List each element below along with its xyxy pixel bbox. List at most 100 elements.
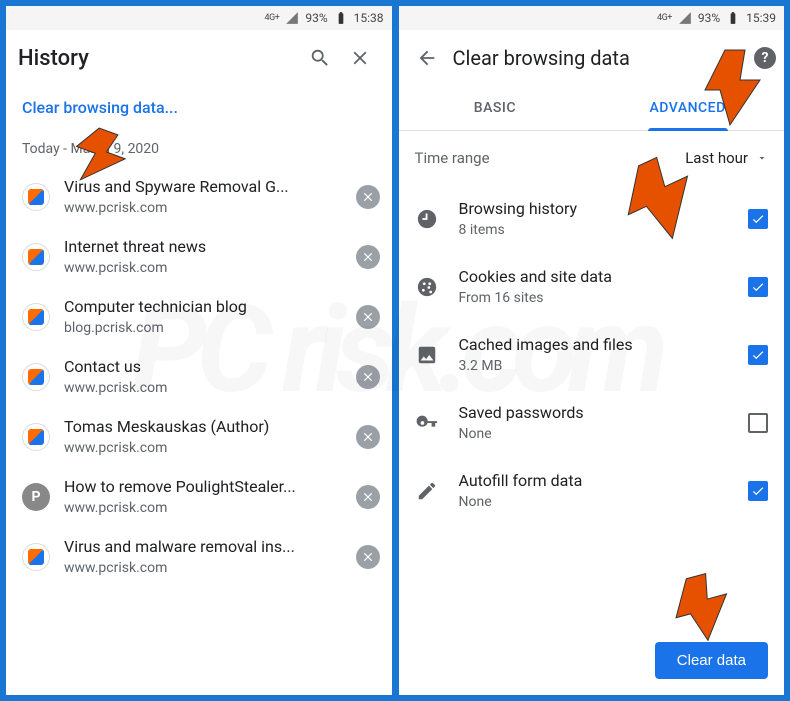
clear-option-title: Cookies and site data <box>459 267 729 288</box>
clear-option-item[interactable]: Autofill form dataNone <box>399 457 785 525</box>
clock-text: 15:39 <box>746 11 776 25</box>
dropdown-icon <box>756 152 768 164</box>
favicon <box>22 303 50 331</box>
history-item-title: Virus and Spyware Removal G... <box>64 177 342 198</box>
clear-option-title: Cached images and files <box>459 335 729 356</box>
signal-icon <box>285 11 299 25</box>
clear-option-subtitle: 8 items <box>459 221 729 239</box>
clear-option-text: Saved passwordsNone <box>459 403 729 443</box>
history-list: Virus and Spyware Removal G...www.pcrisk… <box>6 167 392 695</box>
clear-option-item[interactable]: Cached images and files3.2 MB <box>399 321 785 389</box>
battery-icon <box>726 11 740 25</box>
history-item-text: Computer technician blogblog.pcrisk.com <box>64 297 342 337</box>
clear-option-subtitle: From 16 sites <box>459 289 729 307</box>
checkbox[interactable] <box>748 209 768 229</box>
search-button[interactable] <box>300 38 340 78</box>
close-button[interactable] <box>340 38 380 78</box>
clear-option-title: Browsing history <box>459 199 729 220</box>
history-item-url: www.pcrisk.com <box>64 499 342 517</box>
tab-advanced[interactable]: ADVANCED <box>591 86 784 130</box>
clear-option-item[interactable]: Browsing history8 items <box>399 185 785 253</box>
clear-data-button[interactable]: Clear data <box>655 642 768 679</box>
check-icon <box>751 348 765 362</box>
history-item-url: blog.pcrisk.com <box>64 319 342 337</box>
history-item-title: Virus and malware removal ins... <box>64 537 342 558</box>
history-item[interactable]: Virus and Spyware Removal G...www.pcrisk… <box>6 167 392 227</box>
page-title: Clear browsing data <box>453 46 749 70</box>
checkbox[interactable] <box>748 277 768 297</box>
history-item-text: How to remove PoulightStealer...www.pcri… <box>64 477 342 517</box>
history-header: History <box>6 30 392 86</box>
clear-option-text: Cached images and files3.2 MB <box>459 335 729 375</box>
signal-icon <box>678 11 692 25</box>
tab-basic[interactable]: BASIC <box>399 86 592 130</box>
tab-bar: BASIC ADVANCED <box>399 86 785 131</box>
checkbox[interactable] <box>748 481 768 501</box>
history-item-title: How to remove PoulightStealer... <box>64 477 342 498</box>
delete-item-button[interactable] <box>356 545 380 569</box>
phone-left: 4G+ 93% 15:38 History Clear browsing dat… <box>5 5 393 696</box>
phone-right: 4G+ 93% 15:39 Clear browsing data ? BASI… <box>398 5 786 696</box>
close-icon <box>349 47 371 69</box>
checkbox[interactable] <box>748 413 768 433</box>
close-icon <box>361 370 375 384</box>
history-item-text: Contact uswww.pcrisk.com <box>64 357 342 397</box>
check-icon <box>751 280 765 294</box>
help-button[interactable]: ? <box>754 47 776 69</box>
checkbox[interactable] <box>748 345 768 365</box>
battery-icon <box>334 11 348 25</box>
pencil-icon <box>415 479 439 503</box>
clock-icon <box>415 207 439 231</box>
status-bar: 4G+ 93% 15:39 <box>399 6 785 30</box>
clear-option-item[interactable]: Cookies and site dataFrom 16 sites <box>399 253 785 321</box>
close-icon <box>361 490 375 504</box>
history-item-text: Virus and malware removal ins...www.pcri… <box>64 537 342 577</box>
favicon: P <box>22 483 50 511</box>
clear-option-subtitle: None <box>459 493 729 511</box>
history-item[interactable]: Computer technician blogblog.pcrisk.com <box>6 287 392 347</box>
clear-option-title: Saved passwords <box>459 403 729 424</box>
history-item-url: www.pcrisk.com <box>64 439 342 457</box>
clock-text: 15:38 <box>354 11 384 25</box>
delete-item-button[interactable] <box>356 485 380 509</box>
delete-item-button[interactable] <box>356 425 380 449</box>
history-item-url: www.pcrisk.com <box>64 379 342 397</box>
history-item-url: www.pcrisk.com <box>64 199 342 217</box>
history-item-url: www.pcrisk.com <box>64 559 342 577</box>
history-item[interactable]: Internet threat newswww.pcrisk.com <box>6 227 392 287</box>
time-range-selector[interactable]: Time range Last hour <box>399 131 785 185</box>
cookie-icon <box>415 275 439 299</box>
time-range-label: Time range <box>415 149 686 167</box>
delete-item-button[interactable] <box>356 365 380 389</box>
battery-percent: 93% <box>698 11 720 25</box>
back-button[interactable] <box>407 38 447 78</box>
network-indicator: 4G+ <box>265 13 280 23</box>
check-icon <box>751 484 765 498</box>
delete-item-button[interactable] <box>356 245 380 269</box>
favicon <box>22 243 50 271</box>
clear-data-header: Clear browsing data ? <box>399 30 785 86</box>
image-icon <box>415 343 439 367</box>
delete-item-button[interactable] <box>356 185 380 209</box>
clear-browsing-data-link[interactable]: Clear browsing data... <box>6 86 392 135</box>
close-icon <box>361 310 375 324</box>
status-bar: 4G+ 93% 15:38 <box>6 6 392 30</box>
time-range-value: Last hour <box>685 149 748 167</box>
history-item-title: Tomas Meskauskas (Author) <box>64 417 342 438</box>
close-icon <box>361 550 375 564</box>
back-arrow-icon <box>416 47 438 69</box>
battery-percent: 93% <box>305 11 327 25</box>
history-item[interactable]: Virus and malware removal ins...www.pcri… <box>6 527 392 587</box>
clear-option-text: Autofill form dataNone <box>459 471 729 511</box>
history-item[interactable]: Contact uswww.pcrisk.com <box>6 347 392 407</box>
help-icon: ? <box>762 50 769 66</box>
favicon <box>22 363 50 391</box>
clear-option-item[interactable]: Saved passwordsNone <box>399 389 785 457</box>
key-icon <box>415 411 439 435</box>
delete-item-button[interactable] <box>356 305 380 329</box>
history-item[interactable]: Tomas Meskauskas (Author)www.pcrisk.com <box>6 407 392 467</box>
history-item[interactable]: P How to remove PoulightStealer...www.pcr… <box>6 467 392 527</box>
history-item-text: Tomas Meskauskas (Author)www.pcrisk.com <box>64 417 342 457</box>
favicon <box>22 183 50 211</box>
clear-data-list: Browsing history8 itemsCookies and site … <box>399 185 785 626</box>
